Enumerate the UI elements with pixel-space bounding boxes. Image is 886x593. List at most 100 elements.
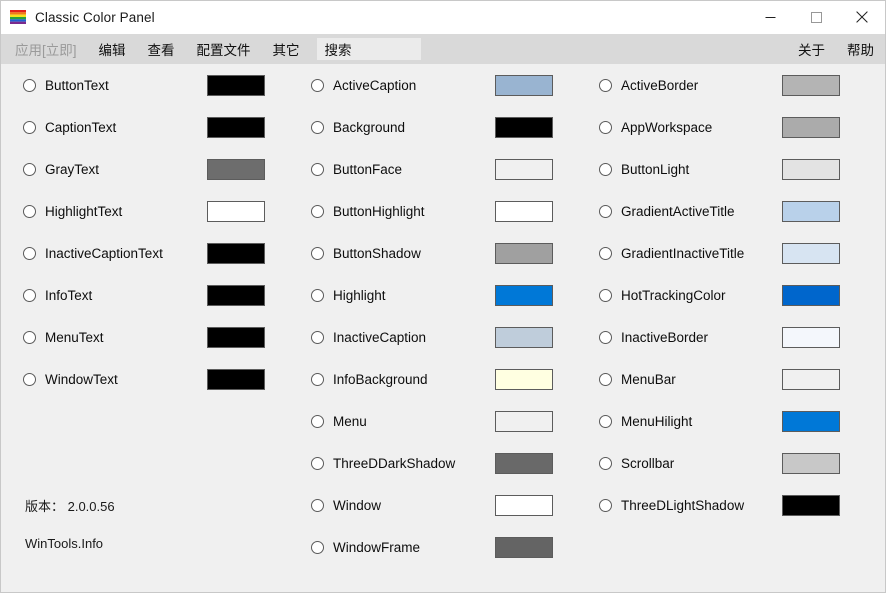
color-swatch[interactable] (495, 116, 553, 138)
color-swatch[interactable] (782, 74, 840, 96)
color-swatch[interactable] (782, 116, 840, 138)
color-swatch[interactable] (782, 158, 840, 180)
color-row[interactable]: HighlightText (1, 190, 289, 232)
menu-item-edit[interactable]: 编辑 (88, 34, 137, 64)
color-row[interactable]: Menu (289, 400, 577, 442)
color-swatch[interactable] (782, 284, 840, 306)
color-row[interactable]: Background (289, 106, 577, 148)
radio-button[interactable] (23, 78, 36, 92)
radio-button[interactable] (23, 372, 36, 386)
color-swatch[interactable] (782, 368, 840, 390)
color-swatch[interactable] (782, 242, 840, 264)
menu-item-view[interactable]: 查看 (137, 34, 186, 64)
color-swatch[interactable] (782, 494, 840, 516)
color-row[interactable]: GradientActiveTitle (577, 190, 885, 232)
color-row[interactable]: ThreeDDarkShadow (289, 442, 577, 484)
color-row[interactable]: ActiveCaption (289, 64, 577, 106)
radio-button[interactable] (311, 78, 324, 92)
radio-button[interactable] (599, 78, 612, 92)
color-row[interactable]: HotTrackingColor (577, 274, 885, 316)
color-swatch[interactable] (495, 74, 553, 96)
radio-button[interactable] (311, 246, 324, 260)
radio-button[interactable] (599, 498, 612, 512)
radio-button[interactable] (599, 246, 612, 260)
radio-button[interactable] (23, 246, 36, 260)
color-swatch[interactable] (495, 242, 553, 264)
color-swatch[interactable] (495, 536, 553, 558)
radio-button[interactable] (23, 204, 36, 218)
color-swatch[interactable] (207, 74, 265, 96)
radio-button[interactable] (311, 498, 324, 512)
radio-button[interactable] (311, 162, 324, 176)
menu-item-apply-now[interactable]: 应用[立即] (1, 34, 88, 64)
color-row[interactable]: InactiveCaptionText (1, 232, 289, 274)
radio-button[interactable] (23, 330, 36, 344)
color-row[interactable]: InactiveBorder (577, 316, 885, 358)
color-row[interactable]: WindowText (1, 358, 289, 400)
color-swatch[interactable] (495, 368, 553, 390)
color-row[interactable]: Highlight (289, 274, 577, 316)
radio-button[interactable] (599, 162, 612, 176)
menu-item-profile[interactable]: 配置文件 (186, 34, 262, 64)
color-swatch[interactable] (495, 452, 553, 474)
color-swatch[interactable] (782, 326, 840, 348)
menu-item-about[interactable]: 关于 (787, 34, 836, 64)
radio-button[interactable] (311, 372, 324, 386)
color-row[interactable]: MenuText (1, 316, 289, 358)
radio-button[interactable] (599, 414, 612, 428)
minimize-button[interactable] (747, 1, 793, 33)
color-swatch[interactable] (495, 284, 553, 306)
color-swatch[interactable] (207, 200, 265, 222)
color-swatch[interactable] (495, 326, 553, 348)
close-button[interactable] (839, 1, 885, 33)
color-swatch[interactable] (495, 494, 553, 516)
radio-button[interactable] (599, 372, 612, 386)
color-row[interactable]: ButtonText (1, 64, 289, 106)
color-row[interactable]: WindowFrame (289, 526, 577, 568)
radio-button[interactable] (23, 288, 36, 302)
color-row[interactable]: InactiveCaption (289, 316, 577, 358)
color-row[interactable]: MenuHilight (577, 400, 885, 442)
radio-button[interactable] (599, 456, 612, 470)
radio-button[interactable] (23, 162, 36, 176)
radio-button[interactable] (599, 204, 612, 218)
color-row[interactable]: ButtonLight (577, 148, 885, 190)
color-swatch[interactable] (207, 326, 265, 348)
color-row[interactable]: AppWorkspace (577, 106, 885, 148)
color-row[interactable]: ButtonShadow (289, 232, 577, 274)
color-row[interactable]: ButtonFace (289, 148, 577, 190)
radio-button[interactable] (599, 288, 612, 302)
radio-button[interactable] (311, 330, 324, 344)
radio-button[interactable] (599, 120, 612, 134)
color-row[interactable]: GrayText (1, 148, 289, 190)
color-row[interactable]: InfoText (1, 274, 289, 316)
menu-item-help[interactable]: 帮助 (836, 34, 885, 64)
radio-button[interactable] (23, 120, 36, 134)
radio-button[interactable] (311, 456, 324, 470)
color-swatch[interactable] (207, 284, 265, 306)
color-row[interactable]: MenuBar (577, 358, 885, 400)
color-swatch[interactable] (207, 158, 265, 180)
color-row[interactable]: InfoBackground (289, 358, 577, 400)
radio-button[interactable] (311, 204, 324, 218)
color-row[interactable]: Scrollbar (577, 442, 885, 484)
color-row[interactable]: Window (289, 484, 577, 526)
color-swatch[interactable] (782, 452, 840, 474)
color-row[interactable]: ActiveBorder (577, 64, 885, 106)
color-swatch[interactable] (207, 242, 265, 264)
maximize-button[interactable] (793, 1, 839, 33)
color-row[interactable]: ThreeDLightShadow (577, 484, 885, 526)
radio-button[interactable] (311, 288, 324, 302)
menu-item-other[interactable]: 其它 (262, 34, 311, 64)
color-row[interactable]: GradientInactiveTitle (577, 232, 885, 274)
color-row[interactable]: CaptionText (1, 106, 289, 148)
color-swatch[interactable] (782, 200, 840, 222)
color-swatch[interactable] (782, 410, 840, 432)
radio-button[interactable] (311, 120, 324, 134)
radio-button[interactable] (311, 414, 324, 428)
color-swatch[interactable] (207, 368, 265, 390)
color-swatch[interactable] (495, 410, 553, 432)
radio-button[interactable] (311, 540, 324, 554)
search-input[interactable]: 搜索 (316, 38, 421, 60)
color-row[interactable]: ButtonHighlight (289, 190, 577, 232)
